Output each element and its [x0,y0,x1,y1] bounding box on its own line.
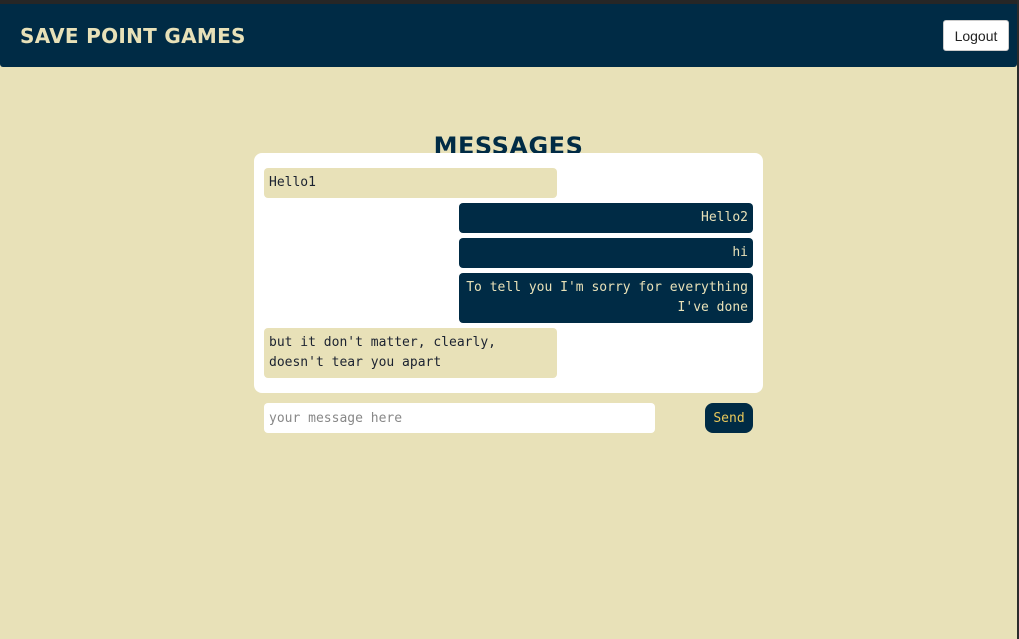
logout-button[interactable]: Logout [943,20,1009,51]
message-received: Hello1 [264,168,557,198]
message-input[interactable] [264,403,655,433]
navbar: Save Point Games Logout [0,4,1017,67]
message-list[interactable]: Hello1 Hello2 hi To tell you I'm sorry f… [254,153,763,393]
brand-logo[interactable]: Save Point Games [20,24,246,48]
message-sent: Hello2 [459,203,753,233]
message-received: but it don't matter, clearly, doesn't te… [264,328,557,378]
send-button[interactable]: Send [705,403,753,433]
message-sent: hi [459,238,753,268]
message-sent: To tell you I'm sorry for everything I'v… [459,273,753,323]
